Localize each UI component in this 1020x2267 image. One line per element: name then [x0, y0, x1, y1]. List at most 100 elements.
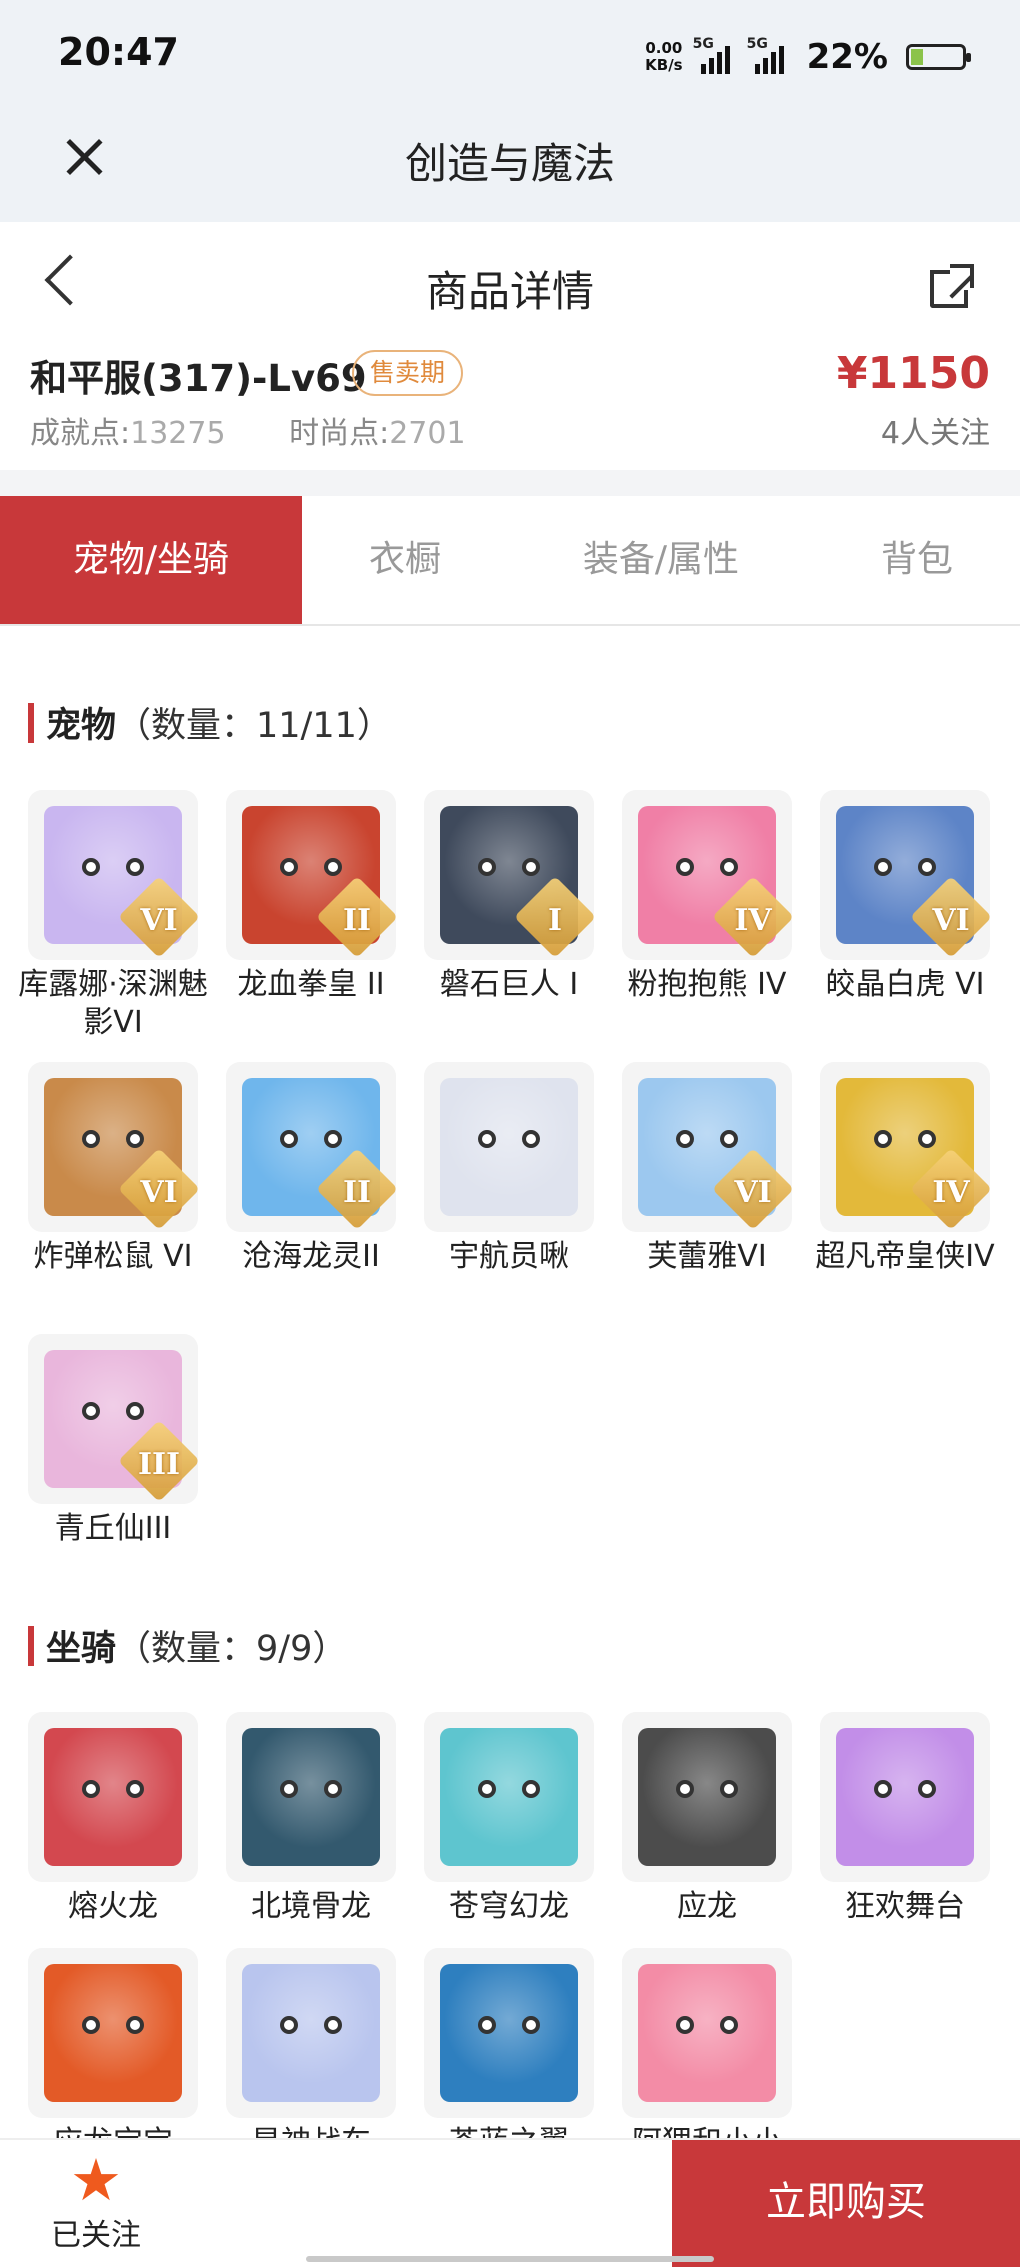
pet-item[interactable]: I 磐石巨人 I — [410, 790, 608, 1004]
pet-item[interactable]: III 青丘仙III — [14, 1334, 212, 1548]
character-portrait-icon — [44, 1728, 182, 1866]
item-thumbnail — [424, 1948, 594, 2118]
star-icon: ★ — [70, 2146, 122, 2214]
item-thumbnail: III — [28, 1334, 198, 1504]
item-thumbnail: II — [226, 1062, 396, 1232]
section-title-pets: 宠物（数量：11/11） — [28, 697, 392, 748]
mount-item[interactable]: 北境骨龙 — [212, 1712, 410, 1926]
item-name: 熔火龙 — [68, 1889, 158, 1924]
character-portrait-icon — [440, 1964, 578, 2102]
tab-backpack[interactable]: 背包 — [814, 496, 1020, 624]
item-thumbnail: IV — [820, 1062, 990, 1232]
follow-button[interactable]: ★ 已关注 — [36, 2150, 156, 2260]
product-info: 和平服(317)-Lv69 售卖期 成就点:13275 时尚点:2701 ¥11… — [0, 348, 1020, 470]
pet-item[interactable]: VI 炸弹松鼠 VI — [14, 1062, 212, 1276]
app-bar: 创造与魔法 — [0, 110, 1020, 222]
battery-percent: 22% — [806, 37, 888, 77]
network-speed: 0.00 KB/s — [645, 39, 683, 74]
character-portrait-icon — [638, 1964, 776, 2102]
status-time: 20:47 — [58, 30, 179, 74]
rank-label: II — [342, 1175, 372, 1210]
item-name: 磐石巨人 I — [439, 967, 579, 1002]
page-title: 商品详情 — [425, 267, 594, 316]
item-name: 应龙 — [677, 1889, 737, 1924]
pet-item[interactable]: IV 粉抱抱熊 IV — [608, 790, 806, 1004]
pet-item[interactable]: VI 芙蕾雅VI — [608, 1062, 806, 1276]
mount-item[interactable]: 应龙 — [608, 1712, 806, 1926]
character-portrait-icon — [440, 1728, 578, 1866]
item-name: 库露娜·深渊魅影VI — [18, 967, 208, 1040]
item-name: 芙蕾雅VI — [647, 1239, 767, 1274]
item-name: 龙血拳皇 II — [237, 967, 385, 1002]
rank-label: VI — [734, 1175, 772, 1210]
item-name: 北境骨龙 — [251, 1889, 371, 1924]
mount-item[interactable]: 熔火龙 — [14, 1712, 212, 1926]
buy-now-button[interactable]: 立即购买 — [672, 2140, 1020, 2267]
item-name: 苍穹幻龙 — [449, 1889, 569, 1924]
item-name: 宇航员啾 — [449, 1239, 569, 1274]
share-icon[interactable] — [930, 264, 974, 308]
item-name: 粉抱抱熊 IV — [627, 967, 787, 1002]
item-name: 皎晶白虎 VI — [825, 967, 985, 1002]
item-thumbnail — [622, 1948, 792, 2118]
item-thumbnail — [226, 1712, 396, 1882]
rank-label: IV — [734, 903, 772, 938]
item-thumbnail — [820, 1712, 990, 1882]
item-name: 沧海龙灵II — [242, 1239, 380, 1274]
tab-bar: 宠物/坐骑 衣橱 装备/属性 背包 — [0, 496, 1020, 626]
rank-label: I — [547, 903, 563, 938]
character-portrait-icon — [242, 1964, 380, 2102]
tab-pets-mounts[interactable]: 宠物/坐骑 — [0, 496, 302, 624]
item-thumbnail — [622, 1712, 792, 1882]
pet-item[interactable]: II 沧海龙灵II — [212, 1062, 410, 1276]
mount-item[interactable]: 苍穹幻龙 — [410, 1712, 608, 1926]
rank-label: VI — [932, 903, 970, 938]
pet-item[interactable]: IV 超凡帝皇侠IV — [806, 1062, 1004, 1276]
tab-wardrobe[interactable]: 衣橱 — [302, 496, 508, 624]
product-stats: 成就点:13275 时尚点:2701 — [30, 416, 466, 451]
mount-item[interactable]: 苍蓝之翼 — [410, 1948, 608, 2162]
divider — [0, 470, 1020, 496]
character-portrait-icon — [638, 1728, 776, 1866]
product-name: 和平服(317)-Lv69 — [30, 357, 367, 400]
pet-item[interactable]: VI 库露娜·深渊魅影VI — [14, 790, 212, 1042]
item-thumbnail: II — [226, 790, 396, 960]
status-icons: 0.00 KB/s 5G 5G 22% — [645, 32, 971, 82]
item-thumbnail — [28, 1712, 198, 1882]
item-thumbnail: VI — [820, 790, 990, 960]
rank-label: II — [342, 903, 372, 938]
item-thumbnail — [28, 1948, 198, 2118]
mount-item[interactable]: 星神战车 — [212, 1948, 410, 2162]
item-thumbnail: VI — [28, 790, 198, 960]
character-portrait-icon — [44, 1964, 182, 2102]
pet-item[interactable]: VI 皎晶白虎 VI — [806, 790, 1004, 1004]
page-header: 商品详情 — [0, 222, 1020, 348]
battery-icon — [906, 44, 971, 70]
home-indicator — [306, 2256, 714, 2262]
item-thumbnail: VI — [28, 1062, 198, 1232]
item-name: 青丘仙III — [54, 1511, 172, 1546]
status-badge: 售卖期 — [352, 350, 464, 396]
character-portrait-icon — [242, 1728, 380, 1866]
item-thumbnail — [424, 1062, 594, 1232]
tab-equipment[interactable]: 装备/属性 — [508, 496, 814, 624]
mount-item[interactable]: 应龙宝宝 — [14, 1948, 212, 2162]
character-portrait-icon — [440, 1078, 578, 1216]
rank-label: VI — [140, 903, 178, 938]
character-portrait-icon — [836, 1728, 974, 1866]
pet-item[interactable]: 宇航员啾 — [410, 1062, 608, 1276]
item-name: 炸弹松鼠 VI — [33, 1239, 193, 1274]
pet-item[interactable]: II 龙血拳皇 II — [212, 790, 410, 1004]
signal-icon: 5G — [747, 36, 791, 74]
item-thumbnail: I — [424, 790, 594, 960]
follower-count: 4人关注 — [880, 416, 990, 451]
rank-label: III — [137, 1447, 181, 1482]
mount-item[interactable]: 狂欢舞台 — [806, 1712, 1004, 1926]
section-title-mounts: 坐骑（数量：9/9） — [28, 1620, 347, 1671]
mount-item[interactable]: 阿狸和小小 — [608, 1948, 806, 2162]
status-bar: 20:47 0.00 KB/s 5G 5G 22% — [0, 0, 1020, 110]
price: ¥1150 — [836, 348, 990, 399]
item-thumbnail — [424, 1712, 594, 1882]
rank-label: IV — [932, 1175, 970, 1210]
item-thumbnail — [226, 1948, 396, 2118]
